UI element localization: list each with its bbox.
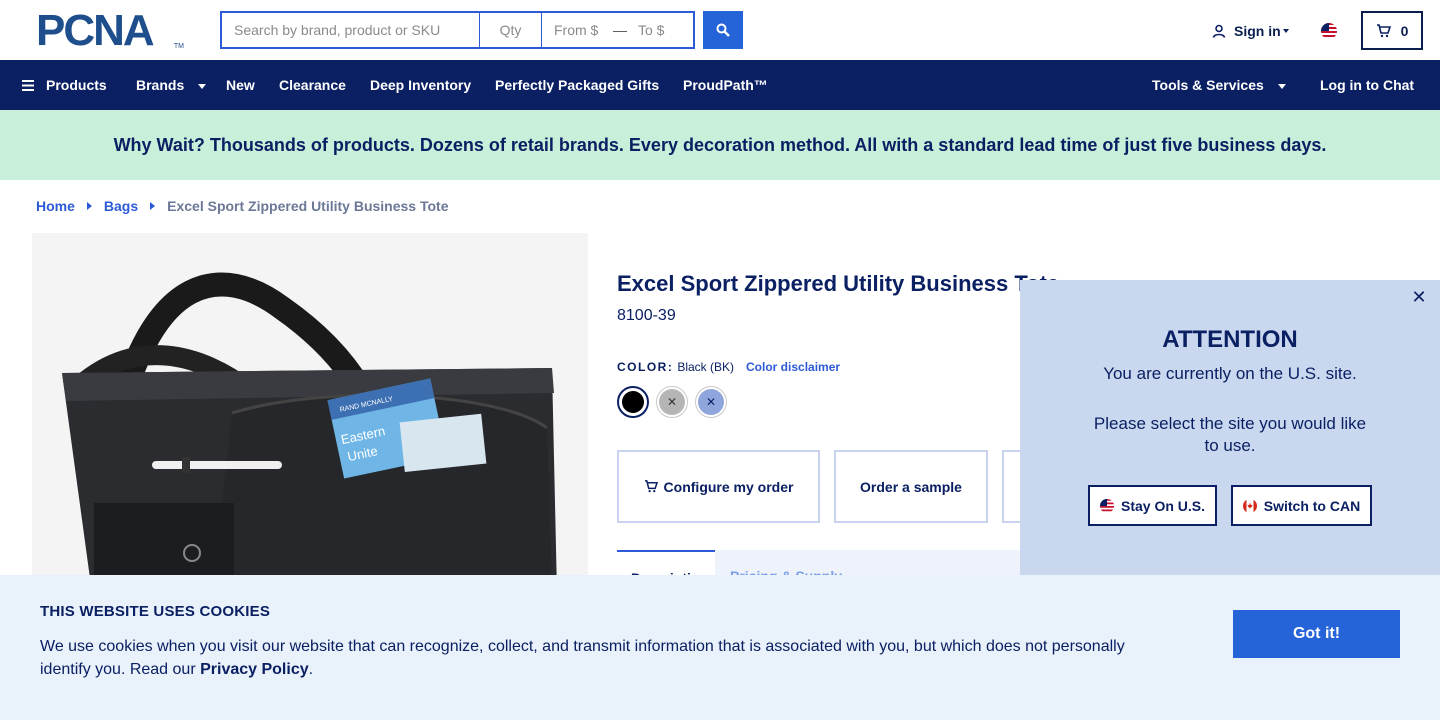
modal-title: ATTENTION	[1162, 326, 1298, 353]
price-range-dash: —	[613, 22, 627, 38]
product-image[interactable]: RAND MCNALLY Eastern Unite	[32, 233, 588, 593]
chevron-down-icon	[1282, 29, 1289, 33]
nav-tools-services[interactable]: Tools & Services	[1152, 60, 1286, 110]
order-sample-label: Order a sample	[860, 478, 962, 495]
breadcrumb-current: Excel Sport Zippered Utility Business To…	[167, 198, 449, 214]
stay-us-label: Stay On U.S.	[1120, 497, 1206, 514]
nav-gifts-label: Perfectly Packaged Gifts	[495, 77, 660, 93]
nav-products[interactable]: Products	[22, 60, 107, 110]
color-disclaimer-link[interactable]: Color disclaimer	[746, 360, 840, 374]
nav-new-label: New	[226, 77, 255, 93]
pcna-logo[interactable]: PCNA TM	[36, 9, 186, 53]
switch-can-button[interactable]: Switch to CAN	[1231, 485, 1372, 526]
swatch-blue[interactable]: ✕	[695, 386, 727, 418]
search-icon	[716, 23, 730, 37]
nav-brands-label: Brands	[136, 77, 185, 93]
close-icon[interactable]: ✕	[1410, 288, 1428, 306]
us-flag-icon	[1099, 498, 1114, 513]
privacy-policy-link[interactable]: Privacy Policy	[200, 661, 309, 678]
logo-text: PCNA	[36, 6, 155, 55]
main-nav: Products Brands New Clearance Deep Inven…	[0, 60, 1440, 110]
switch-can-label: Switch to CAN	[1263, 497, 1361, 514]
promo-text: Why Wait? Thousands of products. Dozens …	[113, 134, 1327, 155]
nav-clearance[interactable]: Clearance	[279, 60, 346, 110]
color-label: COLOR:	[617, 360, 674, 374]
search-button[interactable]	[703, 11, 743, 49]
search-input[interactable]: Search by brand, product or SKU	[222, 13, 480, 47]
breadcrumb: Home Bags Excel Sport Zippered Utility B…	[36, 198, 449, 214]
user-icon	[1212, 24, 1226, 38]
sign-in-button[interactable]: Sign in	[1212, 20, 1289, 42]
configure-order-button[interactable]: Configure my order	[617, 450, 820, 523]
cart-icon	[1376, 23, 1391, 37]
site-header: PCNA TM Search by brand, product or SKU …	[0, 0, 1440, 60]
nav-proudpath[interactable]: ProudPath™	[683, 60, 768, 110]
nav-tools-label: Tools & Services	[1152, 77, 1264, 93]
cookie-text: We use cookies when you visit our websit…	[40, 635, 1150, 681]
unavailable-icon: ✕	[659, 389, 685, 415]
breadcrumb-arrow-icon	[150, 202, 156, 210]
price-from-input[interactable]: From $	[542, 13, 610, 47]
modal-instruction-text: Please select the site you would like to…	[1093, 414, 1367, 455]
hamburger-icon	[22, 79, 34, 91]
sign-in-label: Sign in	[1234, 23, 1281, 39]
canada-flag-icon	[1242, 498, 1257, 513]
accept-cookies-button[interactable]: Got it!	[1233, 610, 1400, 658]
chevron-down-icon	[1277, 83, 1286, 89]
breadcrumb-bags[interactable]: Bags	[104, 198, 138, 214]
nav-clearance-label: Clearance	[279, 77, 346, 93]
site-select-modal: ✕ ATTENTION You are currently on the U.S…	[1020, 280, 1440, 576]
chevron-down-icon	[198, 83, 207, 89]
nav-brands[interactable]: Brands	[136, 60, 207, 110]
swatch-black[interactable]	[617, 386, 649, 418]
search-bar: Search by brand, product or SKU Qty From…	[220, 11, 695, 49]
nav-gifts[interactable]: Perfectly Packaged Gifts	[495, 60, 659, 110]
quantity-input[interactable]: Qty	[480, 13, 542, 47]
breadcrumb-home[interactable]: Home	[36, 198, 75, 214]
nav-products-label: Products	[46, 77, 107, 93]
cookie-title: THIS WEBSITE USES COOKIES	[40, 603, 271, 620]
unavailable-icon: ✕	[698, 389, 724, 415]
breadcrumb-arrow-icon	[86, 202, 92, 210]
promo-banner: Why Wait? Thousands of products. Dozens …	[0, 110, 1440, 180]
product-title: Excel Sport Zippered Utility Business To…	[617, 271, 1060, 296]
cart-count: 0	[1400, 22, 1409, 39]
color-row: COLOR: Black (BK) Color disclaimer	[617, 360, 840, 374]
nav-proudpath-label: ProudPath™	[683, 77, 768, 93]
modal-current-site-text: You are currently on the U.S. site.	[1103, 364, 1357, 383]
color-value: Black (BK)	[677, 360, 735, 374]
nav-login-chat[interactable]: Log in to Chat	[1320, 60, 1414, 110]
tote-bag-image: RAND MCNALLY Eastern Unite	[62, 272, 557, 593]
nav-deep-inventory[interactable]: Deep Inventory	[370, 60, 471, 110]
us-flag-icon[interactable]	[1321, 23, 1337, 39]
cart-icon	[644, 480, 658, 493]
logo-trademark: TM	[173, 43, 184, 50]
cookie-text-end: .	[308, 661, 314, 678]
cart-button[interactable]: 0	[1361, 11, 1423, 50]
configure-order-label: Configure my order	[663, 478, 794, 495]
price-to-input[interactable]: To $	[630, 13, 693, 47]
order-sample-button[interactable]: Order a sample	[834, 450, 988, 523]
nav-new[interactable]: New	[226, 60, 255, 110]
swatch-gray[interactable]: ✕	[656, 386, 688, 418]
nav-chat-label: Log in to Chat	[1320, 77, 1415, 93]
product-sku: 8100-39	[617, 307, 676, 324]
cookie-banner: THIS WEBSITE USES COOKIES We use cookies…	[0, 575, 1440, 720]
nav-deep-inventory-label: Deep Inventory	[370, 77, 472, 93]
stay-us-button[interactable]: Stay On U.S.	[1088, 485, 1217, 526]
